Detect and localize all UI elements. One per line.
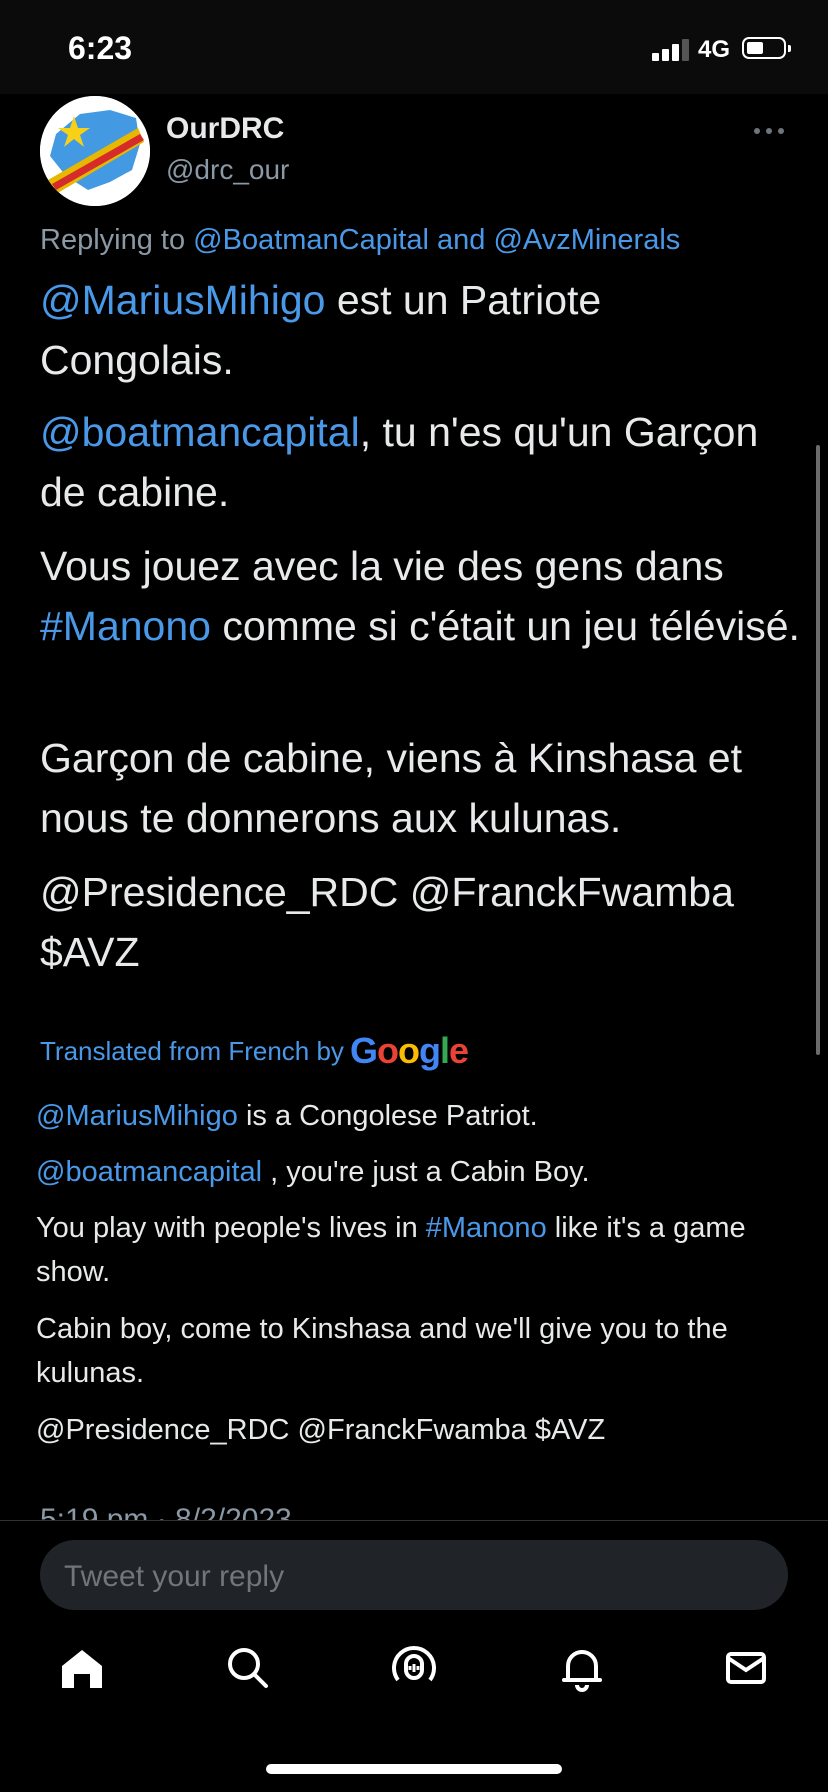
user-handle[interactable]: @drc_our (166, 154, 289, 186)
more-options-icon[interactable] (754, 128, 790, 136)
tweet-paragraph: Vous jouez avec la vie des gens dans #Ma… (40, 543, 800, 649)
battery-icon (742, 37, 791, 59)
reply-placeholder: Tweet your reply (64, 1560, 285, 1593)
mention-link[interactable]: @MariusMihigo (40, 277, 325, 323)
google-logo: Google (349, 1030, 469, 1071)
translated-mentions[interactable]: @Presidence_RDC @FranckFwamba $AVZ (36, 1408, 776, 1452)
spaces-icon[interactable] (386, 1640, 442, 1696)
status-bar: 6:23 4G (0, 0, 828, 94)
replying-to: Replying to @BoatmanCapital and @AvzMine… (40, 224, 681, 256)
translated-paragraph: @boatmancapital , you're just a Cabin Bo… (36, 1156, 590, 1188)
translated-paragraph: @MariusMihigo is a Congolese Patriot. (36, 1100, 538, 1132)
tweet-paragraph: Garçon de cabine, viens à Kinshasa et no… (40, 735, 742, 841)
tweet-paragraph: @MariusMihigo est un Patriote Congolais. (40, 277, 602, 383)
mention-link[interactable]: @MariusMihigo (36, 1100, 238, 1132)
divider (0, 1520, 828, 1521)
reply-mention-avz[interactable]: @AvzMinerals (493, 224, 680, 256)
network-label: 4G (698, 36, 731, 63)
hashtag-link[interactable]: #Manono (40, 603, 211, 649)
translated-paragraph: Cabin boy, come to Kinshasa and we'll gi… (36, 1313, 728, 1389)
notifications-icon[interactable] (554, 1640, 610, 1696)
status-time: 6:23 (68, 30, 133, 66)
hashtag-link[interactable]: #Manono (426, 1212, 547, 1244)
tweet-timestamp: 5:19 pm · 8/2/2023 (40, 1503, 292, 1520)
scrollbar[interactable] (816, 445, 820, 1055)
display-name[interactable]: OurDRC (166, 112, 284, 146)
home-icon[interactable] (54, 1640, 110, 1696)
reply-mention-boatman[interactable]: @BoatmanCapital (193, 224, 429, 256)
tweet-paragraph: @boatmancapital, tu n'es qu'un Garçon de… (40, 409, 759, 515)
mention-link[interactable]: @boatmancapital (36, 1156, 262, 1188)
signal-icon (652, 37, 692, 61)
mention-link[interactable]: @boatmancapital (40, 409, 360, 455)
avatar[interactable] (40, 96, 150, 206)
messages-icon[interactable] (718, 1640, 774, 1696)
home-indicator (266, 1764, 562, 1774)
translated-paragraph: You play with people's lives in #Manono … (36, 1212, 746, 1288)
reply-input[interactable]: Tweet your reply (40, 1540, 788, 1610)
search-icon[interactable] (220, 1640, 276, 1696)
translation-note[interactable]: Translated from French by Google (40, 1030, 469, 1072)
tweet-mentions[interactable]: @Presidence_RDC @FranckFwamba $AVZ (40, 862, 800, 982)
tab-bar (0, 1640, 828, 1710)
